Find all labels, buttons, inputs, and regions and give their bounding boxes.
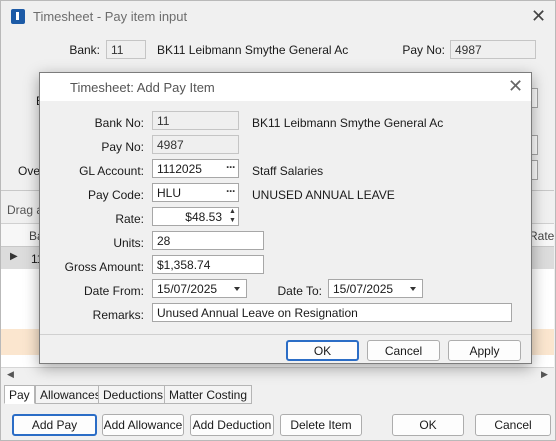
- bank-no-label: Bank No:: [94, 116, 144, 130]
- pay-code-label: Pay Code:: [87, 188, 144, 202]
- date-from-picker[interactable]: 15/07/2025: [152, 279, 247, 298]
- dialog-title-bar: Timesheet: Add Pay Item ✕: [40, 73, 531, 101]
- delete-item-button[interactable]: Delete Item: [280, 414, 362, 436]
- dialog-apply-button[interactable]: Apply: [448, 340, 521, 361]
- dialog-cancel-button[interactable]: Cancel: [367, 340, 440, 361]
- chevron-down-icon[interactable]: [410, 287, 416, 291]
- row-indicator-icon: ▶: [10, 251, 18, 262]
- horizontal-scrollbar[interactable]: ◀ ▶: [1, 367, 554, 383]
- tab-matter-costing[interactable]: Matter Costing: [164, 385, 253, 404]
- bank-field[interactable]: 11: [106, 40, 146, 59]
- grid-col-rate[interactable]: Rate: [529, 229, 554, 243]
- drag-hint: Drag a: [7, 203, 44, 217]
- remarks-input[interactable]: Unused Annual Leave on Resignation: [152, 303, 512, 322]
- rate-value: $48.53: [185, 210, 222, 224]
- tab-deductions[interactable]: Deductions: [98, 385, 169, 404]
- rate-input[interactable]: $48.53: [152, 207, 239, 226]
- close-icon[interactable]: ✕: [531, 7, 546, 25]
- date-from-value: 15/07/2025: [157, 282, 218, 296]
- ellipsis-icon[interactable]: ···: [226, 184, 236, 198]
- rate-label: Rate:: [115, 212, 144, 226]
- ok-button[interactable]: OK: [392, 414, 464, 436]
- scroll-right-icon[interactable]: ▶: [541, 369, 548, 380]
- date-to-label: Date To:: [277, 284, 322, 298]
- pay-code-desc: UNUSED ANNUAL LEAVE: [252, 188, 395, 202]
- remarks-label: Remarks:: [92, 308, 144, 322]
- date-from-label: Date From:: [83, 284, 144, 298]
- gross-amount-input[interactable]: $1,358.74: [152, 255, 264, 274]
- ellipsis-icon[interactable]: ···: [226, 160, 236, 174]
- app-logo-icon: [11, 8, 25, 24]
- add-deduction-button[interactable]: Add Deduction: [190, 414, 274, 436]
- close-icon[interactable]: ✕: [508, 77, 523, 95]
- chevron-down-icon[interactable]: [234, 287, 240, 291]
- bank-label: Bank:: [69, 43, 100, 57]
- gl-account-label: GL Account:: [79, 164, 144, 178]
- dialog-title: Timesheet: Add Pay Item: [70, 80, 215, 95]
- bank-no-field: 11: [152, 111, 239, 130]
- pay-no-label: Pay No:: [402, 43, 445, 57]
- pay-code-value: HLU: [157, 186, 182, 200]
- pay-no-field[interactable]: 4987: [450, 40, 536, 59]
- pay-code-input[interactable]: HLU ···: [152, 183, 239, 202]
- add-pay-button[interactable]: Add Pay: [12, 414, 97, 436]
- add-allowance-button[interactable]: Add Allowance: [102, 414, 184, 436]
- tab-allowances[interactable]: Allowances: [35, 385, 106, 404]
- bank-no-name: BK11 Leibmann Smythe General Ac: [252, 116, 444, 130]
- add-pay-item-dialog: Timesheet: Add Pay Item ✕ Bank No: 11 BK…: [39, 72, 532, 364]
- cancel-button[interactable]: Cancel: [475, 414, 551, 436]
- scroll-left-icon[interactable]: ◀: [7, 369, 14, 380]
- gl-account-input[interactable]: 1112025 ···: [152, 159, 239, 178]
- bank-name: BK11 Leibmann Smythe General Ac: [157, 43, 349, 57]
- spin-arrows-icon[interactable]: ▲ ▼: [229, 207, 236, 225]
- units-input[interactable]: 28: [152, 231, 264, 250]
- main-title-bar: Timesheet - Pay item input ✕: [1, 1, 555, 31]
- tab-pay[interactable]: Pay: [4, 385, 35, 404]
- date-to-value: 15/07/2025: [333, 282, 394, 296]
- gl-account-value: 1112025: [157, 162, 202, 176]
- pay-no-label: Pay No:: [101, 140, 144, 154]
- dialog-ok-button[interactable]: OK: [286, 340, 359, 361]
- gl-account-desc: Staff Salaries: [252, 164, 324, 178]
- gross-amount-label: Gross Amount:: [64, 260, 144, 274]
- date-to-picker[interactable]: 15/07/2025: [328, 279, 423, 298]
- pay-no-field: 4987: [152, 135, 239, 154]
- main-window-title: Timesheet - Pay item input: [33, 8, 188, 24]
- units-label: Units:: [113, 236, 144, 250]
